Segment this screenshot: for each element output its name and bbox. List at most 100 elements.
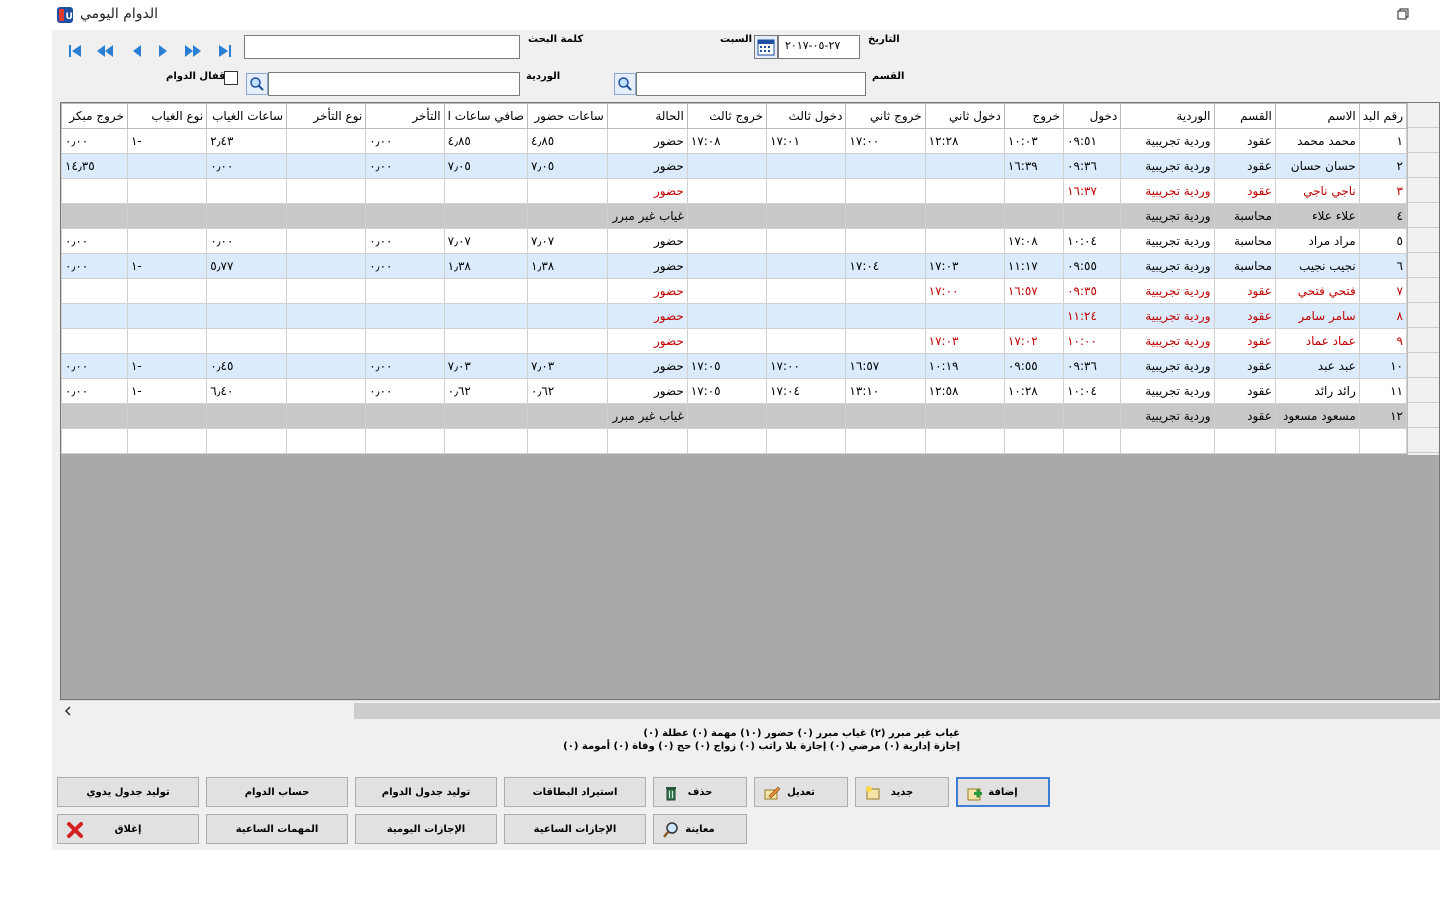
shift-input[interactable]	[268, 72, 520, 96]
table-cell[interactable]	[924, 228, 1005, 254]
table-cell[interactable]	[443, 428, 529, 454]
table-cell[interactable]: عقود	[1213, 353, 1276, 379]
table-cell[interactable]: ٠٫٠٠	[365, 353, 445, 379]
table-cell[interactable]: ٧٫٠٧	[443, 228, 529, 254]
table-cell[interactable]: وردية تجريبية	[1120, 228, 1215, 254]
table-cell[interactable]: ١٧:٠٤	[766, 378, 847, 404]
table-cell[interactable]	[286, 203, 367, 229]
table-cell[interactable]	[845, 228, 926, 254]
table-cell[interactable]	[443, 203, 529, 229]
table-cell[interactable]	[1358, 428, 1408, 454]
table-cell[interactable]: عبد عبد	[1274, 353, 1360, 379]
table-cell[interactable]	[766, 253, 847, 279]
table-cell[interactable]	[606, 428, 688, 454]
calc-attendance-button[interactable]: حساب الدوام	[206, 777, 348, 807]
table-cell[interactable]	[527, 178, 608, 204]
table-cell[interactable]	[766, 403, 847, 429]
table-row[interactable]: ١٢ مسعود مسعود عقود وردية تجريبية غياب غير م…	[61, 403, 1408, 429]
table-row[interactable]: ٨ سامر سامر عقود وردية تجريبية ١١:٢٤ حضور	[61, 303, 1408, 329]
table-cell[interactable]	[527, 403, 608, 429]
table-cell[interactable]	[206, 303, 288, 329]
table-cell[interactable]: فتحي فتحي	[1274, 278, 1360, 304]
table-cell[interactable]	[286, 378, 367, 404]
table-cell[interactable]	[286, 153, 367, 179]
table-cell[interactable]	[61, 203, 128, 229]
table-cell[interactable]: ٧٫٠٣	[527, 353, 608, 379]
table-cell[interactable]: ٠٫٠٠	[365, 128, 445, 154]
table-cell[interactable]: وردية تجريبية	[1120, 253, 1215, 279]
column-header[interactable]: رقم البد	[1358, 103, 1408, 129]
table-cell[interactable]	[286, 328, 367, 354]
table-row[interactable]: ٤ علاء علاء محاسبة وردية تجريبية غياب غير مب…	[61, 203, 1408, 229]
table-cell[interactable]: ١٧:٠٣	[924, 253, 1005, 279]
table-cell[interactable]: ٢٫٤٣	[206, 128, 288, 154]
table-cell[interactable]	[686, 228, 768, 254]
shift-search-button[interactable]	[246, 73, 268, 95]
table-cell[interactable]: ١٠:٠٣	[1003, 128, 1065, 154]
table-cell[interactable]: وردية تجريبية	[1120, 328, 1215, 354]
table-cell[interactable]: عقود	[1213, 278, 1276, 304]
table-cell[interactable]: ٠٫٠٠	[365, 253, 445, 279]
import-cards-button[interactable]: استيراد البطاقات	[504, 777, 646, 807]
table-cell[interactable]	[845, 403, 926, 429]
table-cell[interactable]: وردية تجريبية	[1120, 203, 1215, 229]
table-cell[interactable]: ١٠:٠٤	[1063, 228, 1122, 254]
table-cell[interactable]: ١٧:٠٥	[686, 353, 768, 379]
table-cell[interactable]: ٠٫٠٠	[61, 253, 128, 279]
table-cell[interactable]	[686, 303, 768, 329]
table-cell[interactable]: ٠٫٠٠	[61, 378, 128, 404]
table-cell[interactable]: حضور	[606, 228, 688, 254]
table-cell[interactable]	[527, 428, 608, 454]
table-cell[interactable]	[1003, 403, 1065, 429]
table-cell[interactable]: ٠٫٠٠	[61, 353, 128, 379]
table-row[interactable]: ١ محمد محمد عقود وردية تجريبية ٠٩:٥١ ١٠:٠٣ ١٢:…	[61, 128, 1408, 154]
table-cell[interactable]	[365, 178, 445, 204]
table-cell[interactable]: مراد مراد	[1274, 228, 1360, 254]
table-row[interactable]	[61, 428, 1408, 454]
column-header[interactable]: ساعات حضور	[527, 103, 608, 129]
table-cell[interactable]: ١٦:٣٧	[1063, 178, 1122, 204]
table-cell[interactable]: نجيب نجيب	[1274, 253, 1360, 279]
table-cell[interactable]	[126, 303, 208, 329]
table-cell[interactable]	[286, 278, 367, 304]
column-header[interactable]: الاسم	[1274, 103, 1360, 129]
table-cell[interactable]: محاسبة	[1213, 203, 1276, 229]
table-cell[interactable]: ٨	[1358, 303, 1408, 329]
table-cell[interactable]: ١٫٣٨	[443, 253, 529, 279]
table-cell[interactable]	[126, 328, 208, 354]
table-cell[interactable]	[1063, 203, 1122, 229]
table-cell[interactable]: ٠٫٠٠	[206, 153, 288, 179]
table-cell[interactable]: ناجي ناجي	[1274, 178, 1360, 204]
table-cell[interactable]	[443, 403, 529, 429]
table-cell[interactable]: ١٢:٢٨	[924, 128, 1005, 154]
table-cell[interactable]: ٠٫٦٢	[443, 378, 529, 404]
generate-manual-button[interactable]: توليد جدول يدوي	[57, 777, 199, 807]
table-cell[interactable]: محاسبة	[1213, 228, 1276, 254]
close-button[interactable]: إغلاق	[57, 814, 199, 844]
column-header[interactable]: دخول ثاني	[924, 103, 1005, 129]
table-cell[interactable]: عقود	[1213, 403, 1276, 429]
table-cell[interactable]	[126, 428, 208, 454]
table-cell[interactable]	[686, 203, 768, 229]
daily-leaves-button[interactable]: الإجازات اليومية	[355, 814, 497, 844]
table-cell[interactable]	[1063, 428, 1122, 454]
table-cell[interactable]	[845, 328, 926, 354]
table-cell[interactable]: عقود	[1213, 378, 1276, 404]
column-header[interactable]: نوع الغياب	[126, 103, 208, 129]
calendar-button[interactable]	[754, 35, 778, 59]
next-record-button[interactable]	[152, 40, 174, 62]
table-cell[interactable]	[527, 203, 608, 229]
table-row[interactable]: ١٠ عبد عبد عقود وردية تجريبية ٠٩:٣٦ ٠٩:٥٥ ١٠:١…	[61, 353, 1408, 379]
search-input[interactable]	[244, 35, 520, 59]
first-record-button[interactable]	[64, 40, 86, 62]
table-cell[interactable]: حضور	[606, 353, 688, 379]
table-cell[interactable]: ٠٫٠٠	[365, 228, 445, 254]
scroll-thumb[interactable]	[354, 703, 1440, 719]
table-cell[interactable]: ١٧:٠٠	[845, 128, 926, 154]
column-header[interactable]: خروج	[1003, 103, 1065, 129]
table-cell[interactable]	[686, 253, 768, 279]
table-cell[interactable]: ٠٩:٥١	[1063, 128, 1122, 154]
table-cell[interactable]	[845, 203, 926, 229]
table-cell[interactable]	[365, 428, 445, 454]
table-cell[interactable]	[686, 328, 768, 354]
